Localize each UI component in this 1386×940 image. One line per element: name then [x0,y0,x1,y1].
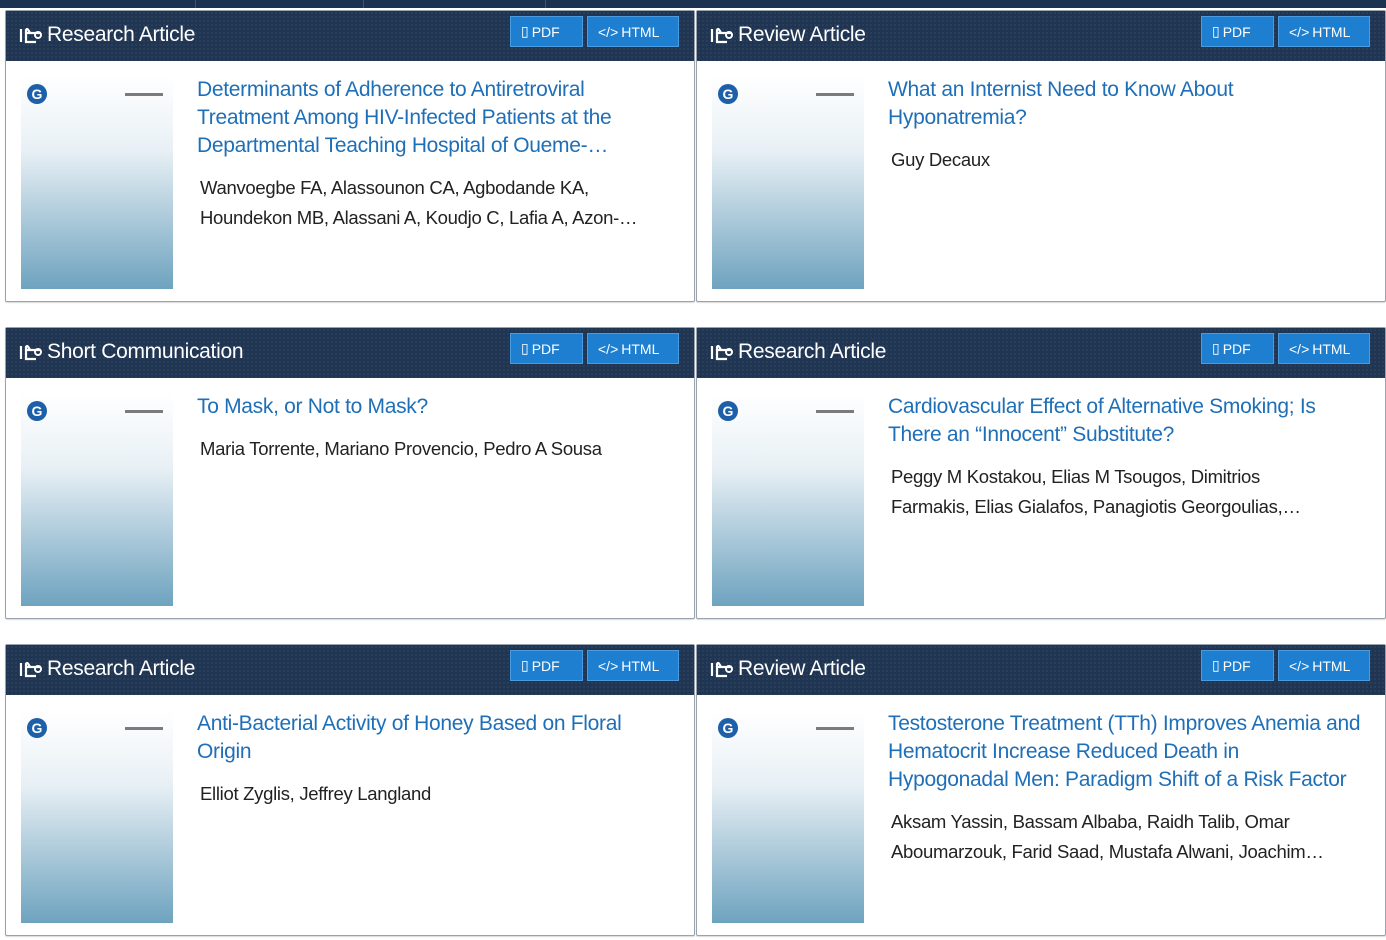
article-authors: Aksam Yassin, Bassam Albaba, Raidh Talib… [891,811,1306,862]
card-header: Review Article ▯ PDF </> HTML [697,11,1385,61]
article-type-label: Research Article [47,657,196,680]
pdf-icon: ▯ [1212,340,1220,356]
pdf-button[interactable]: ▯ PDF [510,333,583,364]
pointing-hand-icon [19,661,42,678]
pointing-hand-icon [710,661,733,678]
journal-logo-icon: G [718,718,738,738]
journal-cover-image[interactable]: G [712,393,864,606]
pointing-hand-icon [19,344,42,361]
journal-cover-image[interactable]: G [21,76,173,289]
article-card: Research Article ▯ PDF </> HTML G Cardiova… [696,327,1386,619]
article-row: Short Communication ▯ PDF </> HTML G To Ma… [5,327,1386,623]
journal-logo-icon: G [27,84,47,104]
journal-logo-icon: G [27,718,47,738]
journal-logo-icon: G [718,401,738,421]
article-authors: Maria Torrente, Mariano Provencio, Pedro… [200,438,602,459]
html-button[interactable]: </> HTML [587,16,679,47]
card-header: Research Article ▯ PDF </> HTML [697,328,1385,378]
article-card: Review Article ▯ PDF </> HTML G Testostero… [696,644,1386,936]
article-type-label: Short Communication [47,340,244,363]
article-authors: Wanvoegbe FA, Alassounon CA, Agbodande K… [200,177,619,228]
code-icon: </> [1289,23,1310,40]
pdf-icon: ▯ [1212,657,1220,673]
pdf-button[interactable]: ▯ PDF [510,650,583,681]
code-icon: </> [598,340,619,357]
article-card: Research Article ▯ PDF </> HTML G Determin… [5,10,695,302]
journal-logo-icon: G [27,401,47,421]
article-type-label: Research Article [738,340,887,363]
html-button[interactable]: </> HTML [587,333,679,364]
pointing-hand-icon [710,27,733,44]
pointing-hand-icon [710,344,733,361]
article-type: Short Communication [18,340,244,364]
article-row: Research Article ▯ PDF </> HTML G Determin… [5,10,1386,306]
pointing-hand-icon [19,27,42,44]
pdf-icon: ▯ [521,340,529,356]
article-type-label: Review Article [738,23,866,46]
journal-cover-image[interactable]: G [21,710,173,923]
pdf-button[interactable]: ▯ PDF [510,16,583,47]
card-header: Review Article ▯ PDF </> HTML [697,645,1385,695]
article-type: Review Article [709,657,866,681]
article-authors: Peggy M Kostakou, Elias M Tsougos, Dimit… [891,466,1283,517]
pdf-button[interactable]: ▯ PDF [1201,16,1274,47]
code-icon: </> [598,657,619,674]
article-authors: Guy Decaux [891,149,990,170]
html-button[interactable]: </> HTML [1278,650,1370,681]
card-header: Research Article ▯ PDF </> HTML [6,11,694,61]
article-type: Review Article [709,23,866,47]
html-button[interactable]: </> HTML [587,650,679,681]
code-icon: </> [1289,340,1310,357]
pdf-icon: ▯ [521,657,529,673]
article-type: Research Article [18,23,195,47]
article-title-link[interactable]: Anti-Bacterial Activity of Honey Based o… [197,710,643,766]
article-title-link[interactable]: What an Internist Need to Know About Hyp… [888,76,1363,132]
html-button[interactable]: </> HTML [1278,333,1370,364]
article-row: Research Article ▯ PDF </> HTML G Anti-Bac… [5,644,1386,940]
pdf-icon: ▯ [1212,23,1220,39]
article-title-link[interactable]: To Mask, or Not to Mask? [197,393,643,421]
journal-cover-image[interactable]: G [21,393,173,606]
card-header: Short Communication ▯ PDF </> HTML [6,328,694,378]
html-button[interactable]: </> HTML [1278,16,1370,47]
article-title-link[interactable]: Testosterone Treatment (TTh) Improves An… [888,710,1363,794]
card-header: Research Article ▯ PDF </> HTML [6,645,694,695]
pdf-icon: ▯ [521,23,529,39]
journal-logo-icon: G [718,84,738,104]
journal-cover-image[interactable]: G [712,710,864,923]
article-type-label: Research Article [47,23,196,46]
article-title-link[interactable]: Cardiovascular Effect of Alternative Smo… [888,393,1363,449]
journal-cover-image[interactable]: G [712,76,864,289]
article-authors: Elliot Zyglis, Jeffrey Langland [200,783,431,804]
article-type: Research Article [709,340,886,364]
pdf-button[interactable]: ▯ PDF [1201,650,1274,681]
article-card: Review Article ▯ PDF </> HTML G What an In… [696,10,1386,302]
article-type-label: Review Article [738,657,866,680]
article-card: Short Communication ▯ PDF </> HTML G To Ma… [5,327,695,619]
code-icon: </> [598,23,619,40]
top-nav-strip [0,0,1386,8]
code-icon: </> [1289,657,1310,674]
article-card: Research Article ▯ PDF </> HTML G Anti-Bac… [5,644,695,936]
pdf-button[interactable]: ▯ PDF [1201,333,1274,364]
article-title-link[interactable]: Determinants of Adherence to Antiretrovi… [197,76,643,160]
article-type: Research Article [18,657,195,681]
